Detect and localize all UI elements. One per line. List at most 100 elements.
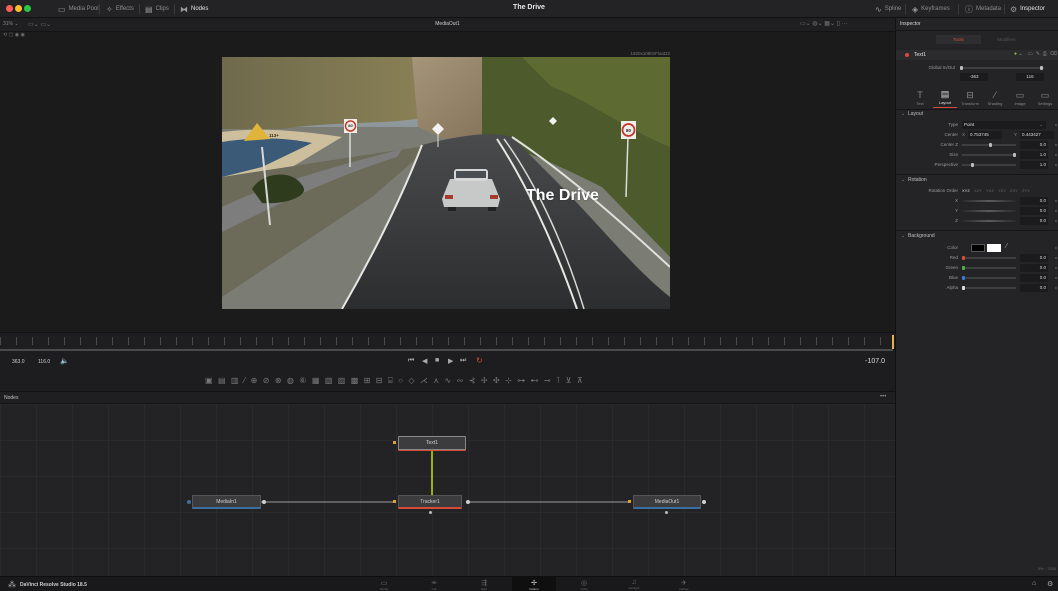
- page-deliver[interactable]: ✈ Deliver: [664, 577, 704, 591]
- color-swatch-black[interactable]: [971, 244, 985, 252]
- keyframe-dot[interactable]: [1055, 144, 1057, 146]
- node-media-in-output-port[interactable]: [262, 500, 266, 504]
- node-tracker[interactable]: Tracker1: [398, 495, 462, 509]
- node-tracker-output-port[interactable]: [466, 500, 470, 504]
- node-enable-icon[interactable]: ● ⌄: [1014, 51, 1023, 57]
- center-z-row[interactable]: Center Z 0.0: [896, 140, 1058, 150]
- rotation-order-zyx[interactable]: ZYX: [1022, 188, 1030, 193]
- node-text[interactable]: Text1: [398, 436, 466, 450]
- keyframe-dot[interactable]: [1055, 164, 1057, 166]
- type-row[interactable]: Type Point ⌄: [896, 120, 1058, 130]
- rotation-y-field[interactable]: 0.0: [1020, 207, 1048, 215]
- center-x-field[interactable]: 0.753745: [968, 131, 1002, 139]
- global-out-handle[interactable]: [1040, 66, 1043, 70]
- red-field[interactable]: 0.0: [1020, 254, 1048, 262]
- page-media[interactable]: ▭ Media: [364, 577, 404, 591]
- playhead-marker[interactable]: [892, 335, 894, 349]
- color-swatch-white[interactable]: [987, 244, 1001, 252]
- alpha-field[interactable]: 0.0: [1020, 284, 1048, 292]
- fusion-tool-icons[interactable]: ▣▤▥⁄⊕⊘⊗◍⑥▦▧▨▩⊞⊟⌸○◇⋌⋏∿∾⊰✢✣⊹⊶⊷⊸⊺⊻⊼: [205, 376, 588, 386]
- node-name-bar[interactable]: Text1 ● ⌄ ▭✎⎙⌫: [896, 50, 1058, 60]
- global-out-field[interactable]: 116: [1016, 73, 1044, 81]
- keyframes-button[interactable]: ◈ Keyframes: [912, 3, 950, 15]
- inspector-button[interactable]: ⚙ Inspector: [1010, 3, 1045, 15]
- node-editor[interactable]: Text1 MediaIn1 Tracker1 MediaOut1: [0, 404, 895, 576]
- page-color[interactable]: ◎ Color: [564, 577, 604, 591]
- node-header-icons[interactable]: ▭✎⎙⌫: [1028, 51, 1058, 57]
- rotation-x-row[interactable]: X 0.0: [896, 196, 1058, 206]
- size-field[interactable]: 1.0: [1020, 151, 1048, 159]
- size-slider[interactable]: [962, 153, 1016, 157]
- rotation-z-field[interactable]: 0.0: [1020, 217, 1048, 225]
- stop-icon[interactable]: ■: [435, 357, 439, 364]
- keyframe-dot[interactable]: [1055, 124, 1057, 126]
- tab-settings[interactable]: ▭ Settings: [1033, 88, 1057, 108]
- green-row[interactable]: Green 0.0: [896, 263, 1058, 273]
- tab-image[interactable]: ▭ Image: [1008, 88, 1032, 108]
- keyframe-dot[interactable]: [1055, 257, 1057, 259]
- rotation-order-zxy[interactable]: ZXY: [1010, 188, 1018, 193]
- tab-text[interactable]: T Text: [908, 88, 932, 108]
- background-section-header[interactable]: ⌄ Background: [896, 232, 1058, 241]
- keyframe-dot[interactable]: [1055, 267, 1057, 269]
- settings-gear-icon[interactable]: ⚙: [1047, 580, 1053, 588]
- alpha-row[interactable]: Alpha 0.0: [896, 283, 1058, 293]
- rotation-order-yzx[interactable]: YZX: [998, 188, 1006, 193]
- spline-button[interactable]: ∿ Spline: [875, 3, 901, 15]
- center-y-field[interactable]: 0.443427: [1020, 131, 1054, 139]
- tab-tools[interactable]: Tools: [936, 35, 981, 44]
- rotation-section-header[interactable]: ⌄ Rotation: [896, 176, 1058, 185]
- page-edit[interactable]: ⇶ Edit: [464, 577, 504, 591]
- loop-icon[interactable]: ↻: [476, 356, 483, 365]
- overlay-text[interactable]: The Drive: [526, 187, 599, 205]
- blue-field[interactable]: 0.0: [1020, 274, 1048, 282]
- rotation-y-row[interactable]: Y 0.0: [896, 206, 1058, 216]
- video-frame[interactable]: 113+ 80 80 The Drive: [222, 57, 670, 309]
- node-media-in-port[interactable]: [187, 500, 191, 504]
- layout-section-header[interactable]: ⌄ Layout: [896, 110, 1058, 119]
- node-media-out-mask-port[interactable]: [665, 511, 668, 514]
- rotation-z-dial[interactable]: [962, 220, 1016, 222]
- start-time-field[interactable]: 363.0: [12, 359, 25, 365]
- time-ruler[interactable]: [0, 332, 895, 351]
- center-z-slider[interactable]: [962, 143, 1016, 147]
- perspective-field[interactable]: 1.0: [1020, 161, 1048, 169]
- center-row[interactable]: Center X 0.753745 Y 0.443427: [896, 130, 1058, 140]
- node-media-out[interactable]: MediaOut1: [633, 495, 701, 509]
- metadata-button[interactable]: ⓘ Metadata: [965, 3, 1001, 15]
- zoom-window-button[interactable]: [24, 5, 31, 12]
- effects-button[interactable]: ✧ Effects: [106, 3, 134, 15]
- rotation-order-yxz[interactable]: YXZ: [986, 188, 994, 193]
- keyframe-dot[interactable]: [1055, 154, 1057, 156]
- page-cut[interactable]: ⌯ Cut: [414, 577, 454, 591]
- tab-modifiers[interactable]: Modifiers: [984, 35, 1029, 44]
- rotation-order-xyz[interactable]: XYZ: [962, 188, 970, 193]
- keyframe-dot[interactable]: [1055, 287, 1057, 289]
- viewer-controls-icon[interactable]: ▭⌄ ◍⌄ ▦⌄ ▯ ···: [800, 20, 848, 27]
- green-field[interactable]: 0.0: [1020, 264, 1048, 272]
- current-time-display[interactable]: -107.0: [845, 358, 885, 365]
- play-icon[interactable]: ▶: [448, 357, 453, 365]
- global-inout-slider[interactable]: [960, 66, 1044, 70]
- node-tracker-input-port[interactable]: [393, 500, 396, 503]
- size-row[interactable]: Size 1.0: [896, 150, 1058, 160]
- tab-transform[interactable]: ⊟ Transform: [958, 88, 982, 108]
- type-select[interactable]: Point ⌄: [962, 121, 1046, 129]
- eyedropper-icon[interactable]: ⁄: [1006, 243, 1007, 250]
- keyframe-dot[interactable]: [1055, 247, 1057, 249]
- blue-slider[interactable]: [962, 276, 1016, 280]
- media-pool-button[interactable]: ▭ Media Pool: [58, 3, 99, 15]
- rotation-x-field[interactable]: 0.0: [1020, 197, 1048, 205]
- node-media-in[interactable]: MediaIn1: [192, 495, 261, 509]
- perspective-row[interactable]: Perspective 1.0: [896, 160, 1058, 170]
- perspective-slider[interactable]: [962, 163, 1016, 167]
- rotation-order-row[interactable]: Rotation Order XYZ XZY YXZ YZX ZXY ZYX: [896, 186, 1058, 196]
- global-in-handle[interactable]: [960, 66, 963, 70]
- clips-button[interactable]: ▤ Clips: [145, 3, 169, 15]
- tab-layout[interactable]: ▤ Layout: [933, 88, 957, 108]
- blue-row[interactable]: Blue 0.0: [896, 273, 1058, 283]
- end-frame-field[interactable]: 116.0: [38, 359, 50, 365]
- nodes-more-button[interactable]: •••: [880, 394, 886, 400]
- close-window-button[interactable]: [6, 5, 13, 12]
- audio-icon[interactable]: 🔈: [60, 357, 69, 365]
